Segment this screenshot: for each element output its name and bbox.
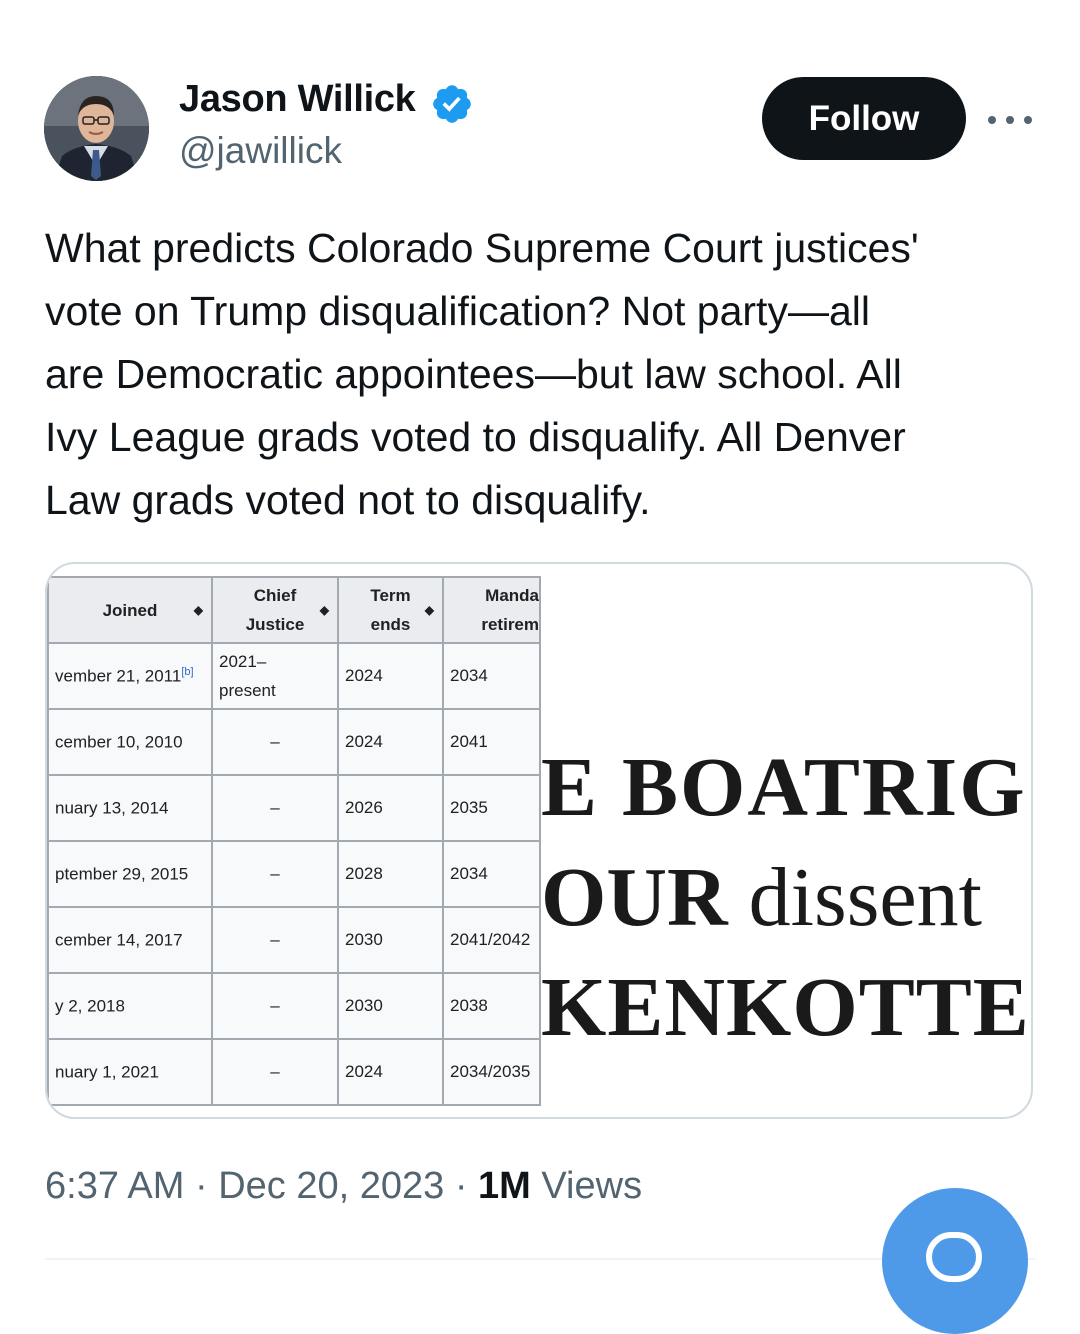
cell-chief-justice: – (211, 906, 339, 974)
justices-table: Joined ◆ Chief Justice ◆ Term ends ◆ Man… (47, 576, 541, 1106)
cell-term-ends: 2026 (337, 774, 444, 842)
table-header-row: Joined ◆ Chief Justice ◆ Term ends ◆ Man… (47, 576, 541, 644)
cell-joined: vember 21, 2011[b] (47, 642, 213, 710)
table-row: cember 10, 2010–2024 2041 (47, 708, 541, 776)
cell-mandatory-retirement: 2034/2035 (442, 1038, 541, 1106)
cell-mandatory-retirement: 2038 (442, 972, 541, 1040)
avatar[interactable] (44, 76, 149, 181)
cell-mandatory-retirement: 2041/2042 (442, 906, 541, 974)
views-count: 1M (478, 1165, 531, 1207)
tweet-time[interactable]: 6:37 AM (45, 1165, 184, 1207)
excerpt-line: OUR dissent (541, 851, 983, 944)
column-header[interactable]: Manda retirem (442, 576, 541, 644)
column-header[interactable]: Term ends ◆ (337, 576, 444, 644)
cell-chief-justice: – (211, 708, 339, 776)
cell-joined: y 2, 2018 (47, 972, 213, 1040)
cell-joined: cember 10, 2010 (47, 708, 213, 776)
compose-reply-icon (926, 1232, 982, 1282)
table-row: cember 14, 2017–2030 2041/2042 (47, 906, 541, 974)
table-row: vember 21, 2011[b] 2021– present 2024 2034 (47, 642, 541, 710)
author-handle[interactable]: @jawillick (179, 130, 342, 172)
views-label: Views (530, 1165, 643, 1207)
tweet-date[interactable]: Dec 20, 2023 (218, 1165, 444, 1207)
more-dot (1006, 116, 1014, 124)
cell-chief-justice: 2021– present (211, 642, 339, 710)
cell-term-ends: 2030 (337, 972, 444, 1040)
cell-joined: nuary 1, 2021 (47, 1038, 213, 1106)
more-dot (988, 116, 996, 124)
cell-term-ends: 2024 (337, 1038, 444, 1106)
excerpt-line: E BOATRIG (541, 741, 1027, 834)
cell-term-ends: 2030 (337, 906, 444, 974)
excerpt-line: ΚENKOTTER (541, 961, 1031, 1054)
cell-joined: cember 14, 2017 (47, 906, 213, 974)
footnote-link[interactable]: [b] (181, 666, 193, 678)
more-dot (1024, 116, 1032, 124)
cell-chief-justice: – (211, 972, 339, 1040)
compose-button[interactable] (882, 1188, 1028, 1334)
verified-badge-icon[interactable] (430, 82, 474, 126)
table-row: nuary 13, 2014–2026 2035 (47, 774, 541, 842)
author-name[interactable]: Jason Willick (179, 78, 416, 121)
table-row: nuary 1, 2021–2024 2034/2035 (47, 1038, 541, 1106)
tweet-text: What predicts Colorado Supreme Court jus… (45, 225, 919, 523)
cell-mandatory-retirement: 2041 (442, 708, 541, 776)
cell-mandatory-retirement: 2034 (442, 840, 541, 908)
cell-chief-justice: – (211, 840, 339, 908)
cell-term-ends: 2028 (337, 840, 444, 908)
cell-mandatory-retirement: 2035 (442, 774, 541, 842)
follow-button[interactable]: Follow (762, 77, 966, 160)
table-row: y 2, 2018–2030 2038 (47, 972, 541, 1040)
sort-icon[interactable]: ◆ (194, 604, 203, 616)
cell-joined: nuary 13, 2014 (47, 774, 213, 842)
column-header[interactable]: Chief Justice ◆ (211, 576, 339, 644)
cell-chief-justice: – (211, 774, 339, 842)
cell-joined: ptember 29, 2015 (47, 840, 213, 908)
cell-term-ends: 2024 (337, 708, 444, 776)
sort-icon[interactable]: ◆ (320, 604, 329, 616)
cell-term-ends: 2024 (337, 642, 444, 710)
more-horizontal-icon[interactable] (988, 105, 1032, 135)
cell-mandatory-retirement: 2034 (442, 642, 541, 710)
cell-chief-justice: – (211, 1038, 339, 1106)
tweet-media-image[interactable]: Joined ◆ Chief Justice ◆ Term ends ◆ Man… (45, 562, 1033, 1119)
column-header[interactable]: Joined ◆ (47, 576, 213, 644)
tweet-meta: 6:37 AM · Dec 20, 2023 · 1M Views (45, 1165, 643, 1207)
avatar-photo (44, 76, 149, 181)
table-row: ptember 29, 2015–2028 2034 (47, 840, 541, 908)
sort-icon[interactable]: ◆ (425, 604, 434, 616)
